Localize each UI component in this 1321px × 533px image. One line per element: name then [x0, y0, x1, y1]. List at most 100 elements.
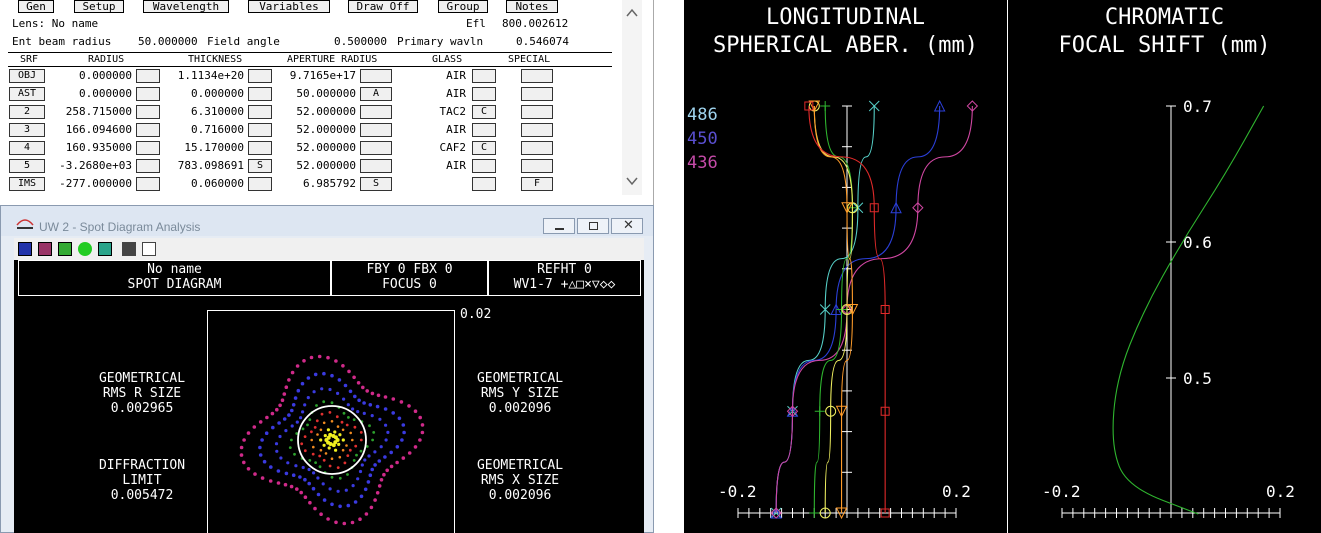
- setup-button[interactable]: Setup: [74, 0, 124, 13]
- field-angle-value[interactable]: 0.500000: [334, 36, 387, 48]
- primary-wavln-value[interactable]: 0.546074: [516, 36, 569, 48]
- radius-cell[interactable]: 0.000000: [40, 70, 132, 82]
- spot-dot: [346, 403, 350, 407]
- special-button[interactable]: [521, 105, 553, 119]
- glass-flag-button[interactable]: [472, 123, 496, 137]
- glass-cell[interactable]: AIR: [410, 160, 466, 172]
- aperture-cell[interactable]: 52.000000: [265, 142, 356, 154]
- beam-radius-value[interactable]: 50.000000: [138, 36, 198, 48]
- variables-button[interactable]: Variables: [248, 0, 330, 13]
- group-button[interactable]: Group: [438, 0, 488, 13]
- radius-cell[interactable]: 258.715000: [40, 106, 132, 118]
- spot-dot: [299, 416, 303, 420]
- lsa-tick-label: 0.2: [942, 482, 971, 501]
- aperture-cell[interactable]: 52.000000: [265, 106, 356, 118]
- glass-flag-button[interactable]: C: [472, 105, 496, 119]
- draw-off-button[interactable]: Draw Off: [348, 0, 418, 13]
- close-button[interactable]: ✕: [611, 218, 643, 234]
- glass-cell[interactable]: AIR: [410, 70, 466, 82]
- spot-dot: [291, 403, 296, 407]
- glass-flag-button[interactable]: [472, 177, 496, 191]
- thickness-cell[interactable]: 0.060000: [150, 178, 244, 190]
- special-button[interactable]: [521, 159, 553, 173]
- spot-dot: [327, 446, 331, 450]
- spot-dot: [282, 417, 287, 421]
- thickness-cell[interactable]: 1.1134e+20: [150, 70, 244, 82]
- spot-dot: [343, 461, 347, 465]
- radius-cell[interactable]: -3.2680e+03: [40, 160, 132, 172]
- app-icon: [16, 219, 34, 229]
- aperture-cell[interactable]: 6.985792: [265, 178, 356, 190]
- glass-cell[interactable]: AIR: [410, 124, 466, 136]
- aperture-cell[interactable]: 52.000000: [265, 124, 356, 136]
- aperture-cell[interactable]: 50.000000: [265, 88, 356, 100]
- special-button[interactable]: [521, 123, 553, 137]
- spot-dot: [344, 488, 348, 492]
- spot-dot: [365, 389, 370, 393]
- thickness-cell[interactable]: 15.170000: [150, 142, 244, 154]
- aperture-flag-button[interactable]: A: [360, 87, 392, 101]
- special-button[interactable]: F: [521, 177, 553, 191]
- aperture-flag-button[interactable]: [360, 105, 392, 119]
- spot-dot: [306, 376, 311, 380]
- special-button[interactable]: [521, 69, 553, 83]
- thickness-cell[interactable]: 0.000000: [150, 88, 244, 100]
- spot-dot: [357, 398, 361, 403]
- curve-icon[interactable]: [98, 242, 112, 256]
- aperture-flag-button[interactable]: [360, 141, 392, 155]
- special-button[interactable]: [521, 87, 553, 101]
- spot-dot: [359, 431, 363, 434]
- spot-dot: [351, 484, 355, 488]
- thickness-cell[interactable]: 0.716000: [150, 124, 244, 136]
- minimize-button[interactable]: [543, 218, 575, 234]
- beam-radius-label: Ent beam radius: [12, 35, 112, 48]
- aperture-flag-button[interactable]: [360, 69, 392, 83]
- spot-dot: [311, 486, 316, 491]
- spot-dot: [346, 454, 350, 457]
- target-icon[interactable]: [58, 242, 72, 256]
- radius-cell[interactable]: 166.094600: [40, 124, 132, 136]
- spot-dot: [391, 397, 396, 401]
- spot-icon[interactable]: [18, 242, 32, 256]
- radius-cell[interactable]: 160.935000: [40, 142, 132, 154]
- aperture-flag-button[interactable]: S: [360, 177, 392, 191]
- spot-dot: [328, 464, 332, 468]
- aperture-flag-button[interactable]: [360, 123, 392, 137]
- glass-flag-button[interactable]: [472, 159, 496, 173]
- aperture-flag-button[interactable]: [360, 159, 392, 173]
- aperture-cell[interactable]: 52.000000: [265, 160, 356, 172]
- glass-flag-button[interactable]: C: [472, 141, 496, 155]
- glass-cell[interactable]: AIR: [410, 88, 466, 100]
- glass-flag-button[interactable]: [472, 69, 496, 83]
- diff-label-1: DIFFRACTION: [98, 458, 186, 473]
- gen-button[interactable]: Gen: [18, 0, 54, 13]
- glass-flag-button[interactable]: [472, 87, 496, 101]
- marker-plus: [809, 508, 820, 518]
- spot-dot: [377, 459, 382, 463]
- aperture-cell[interactable]: 9.7165e+17: [265, 70, 356, 82]
- spot-dot: [356, 477, 360, 481]
- thickness-cell[interactable]: 783.098691: [150, 160, 244, 172]
- thickness-cell[interactable]: 6.310000: [150, 106, 244, 118]
- glass-cell[interactable]: TAC2: [410, 106, 467, 118]
- pen-icon[interactable]: [122, 242, 136, 256]
- spot-dot: [368, 473, 373, 477]
- page-icon[interactable]: [142, 242, 156, 256]
- notes-button[interactable]: Notes: [506, 0, 558, 13]
- grid-icon[interactable]: [38, 242, 52, 256]
- spot-dot: [324, 452, 328, 455]
- radius-cell[interactable]: -277.000000: [40, 178, 132, 190]
- wavelength-button[interactable]: Wavelength: [143, 0, 229, 13]
- glass-cell[interactable]: CAF2: [410, 142, 467, 154]
- spot-dot: [384, 423, 388, 427]
- spot-window-titlebar[interactable]: UW 2 - Spot Diagram Analysis ✕: [1, 206, 653, 236]
- spot-dot: [383, 455, 387, 459]
- restore-button[interactable]: [577, 218, 609, 234]
- special-button[interactable]: [521, 141, 553, 155]
- spot-green-icon[interactable]: [78, 242, 92, 256]
- lens-vertical-scrollbar[interactable]: [622, 0, 642, 195]
- spot-dot: [377, 484, 382, 488]
- radius-cell[interactable]: 0.000000: [40, 88, 132, 100]
- spot-dot: [347, 369, 351, 374]
- spot-dot: [318, 465, 322, 469]
